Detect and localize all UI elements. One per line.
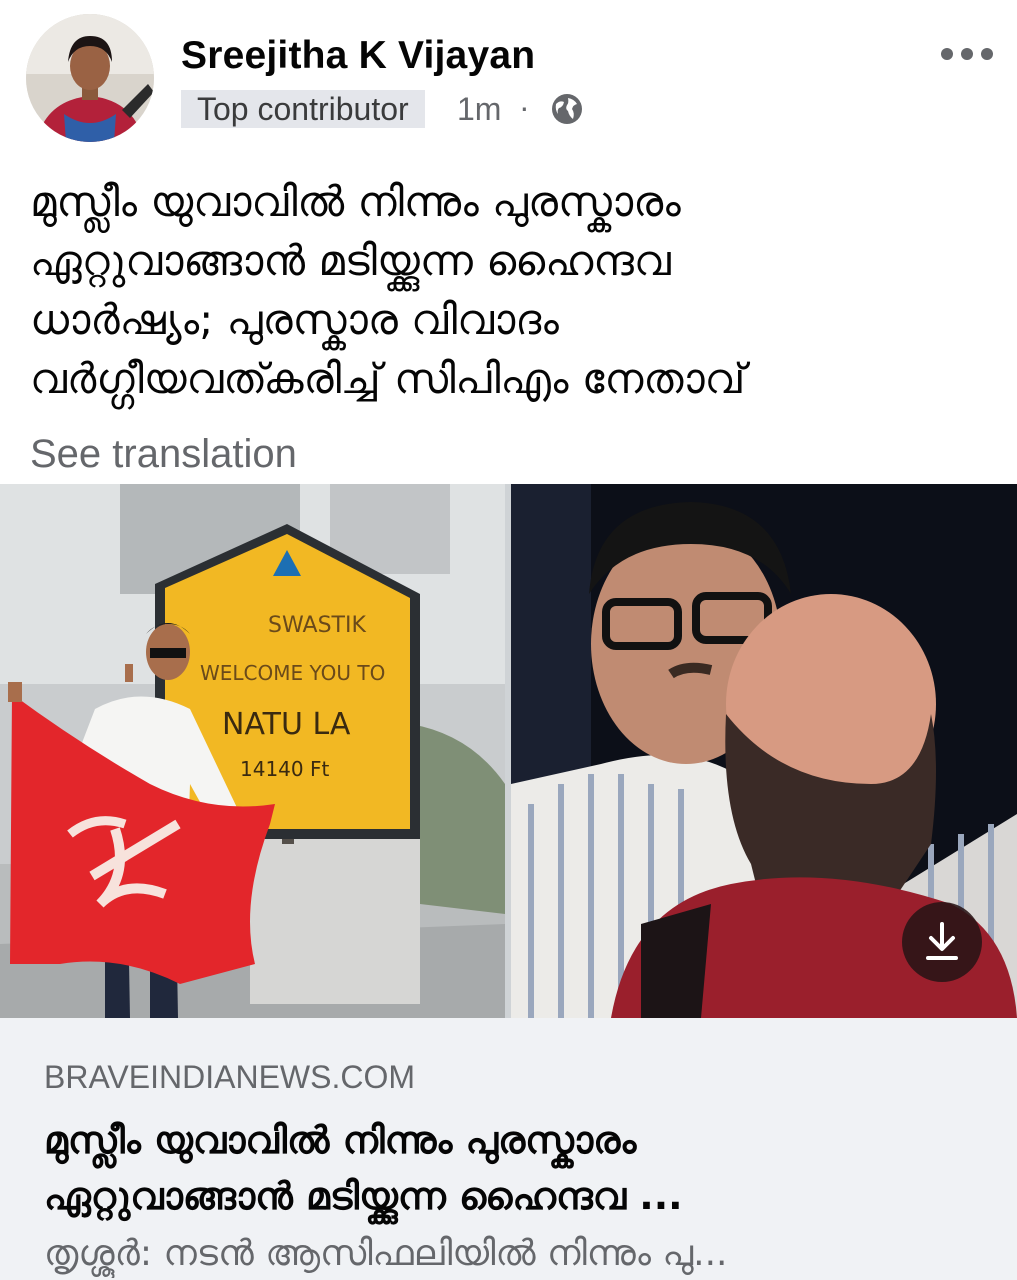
link-description: തൃശ്ശൂർ: നടൻ ആസിഫലിയിൽ നിന്നും പു... (44, 1233, 728, 1274)
sign-line: WELCOME YOU TO (200, 661, 385, 685)
post-text-line: വർഗ്ഗീയവത്കരിച്ച് സിപിഎം നേതാവ് (30, 354, 746, 403)
link-title-line: മുസ്ലീം യുവാവിൽ നിന്നും പുരസ്കാരം (44, 1118, 637, 1162)
post-media[interactable]: SWASTIK WELCOME YOU TO NATU LA 14140 Ft (0, 484, 1017, 1018)
download-button[interactable] (902, 902, 982, 982)
top-contributor-badge: Top contributor (181, 90, 425, 128)
photo-natu-la-flag[interactable]: SWASTIK WELCOME YOU TO NATU LA 14140 Ft (0, 484, 505, 1018)
author-name[interactable]: Sreejitha K Vijayan (181, 34, 535, 78)
post-text: മുസ്ലീം യുവാവിൽ നിന്നും പുരസ്കാരം ഏറ്റുവ… (30, 172, 990, 408)
meta-separator: · (519, 89, 530, 125)
post-text-line: ധാർഷ്യം; പുരസ്കാര വിവാദം (30, 295, 559, 344)
post-header: Sreejitha K Vijayan Top contributor 1m · (0, 0, 1017, 150)
author-avatar[interactable] (26, 14, 154, 142)
download-icon (926, 922, 958, 960)
sign-line: SWASTIK (268, 613, 366, 638)
post-timestamp[interactable]: 1m (457, 90, 501, 128)
sign-line: NATU LA (222, 707, 351, 742)
ellipsis-icon (941, 48, 993, 60)
sign-line: 14140 Ft (240, 757, 329, 781)
globe-icon (550, 92, 584, 126)
link-title-line: ഏറ്റുവാങ്ങാൻ മടിയ്ക്കുന്ന ഹൈന്ദവ ... (44, 1174, 683, 1218)
more-options-button[interactable] (938, 40, 996, 68)
link-domain: BRAVEINDIANEWS.COM (44, 1059, 415, 1095)
post-text-line: മുസ്ലീം യുവാവിൽ നിന്നും പുരസ്കാരം (30, 177, 681, 226)
see-translation-link[interactable]: See translation (30, 428, 297, 480)
link-title[interactable]: മുസ്ലീം യുവാവിൽ നിന്നും പുരസ്കാരം ഏറ്റുവ… (44, 1112, 984, 1224)
post-text-line: ഏറ്റുവാങ്ങാൻ മടിയ്ക്കുന്ന ഹൈന്ദവ (30, 236, 671, 285)
